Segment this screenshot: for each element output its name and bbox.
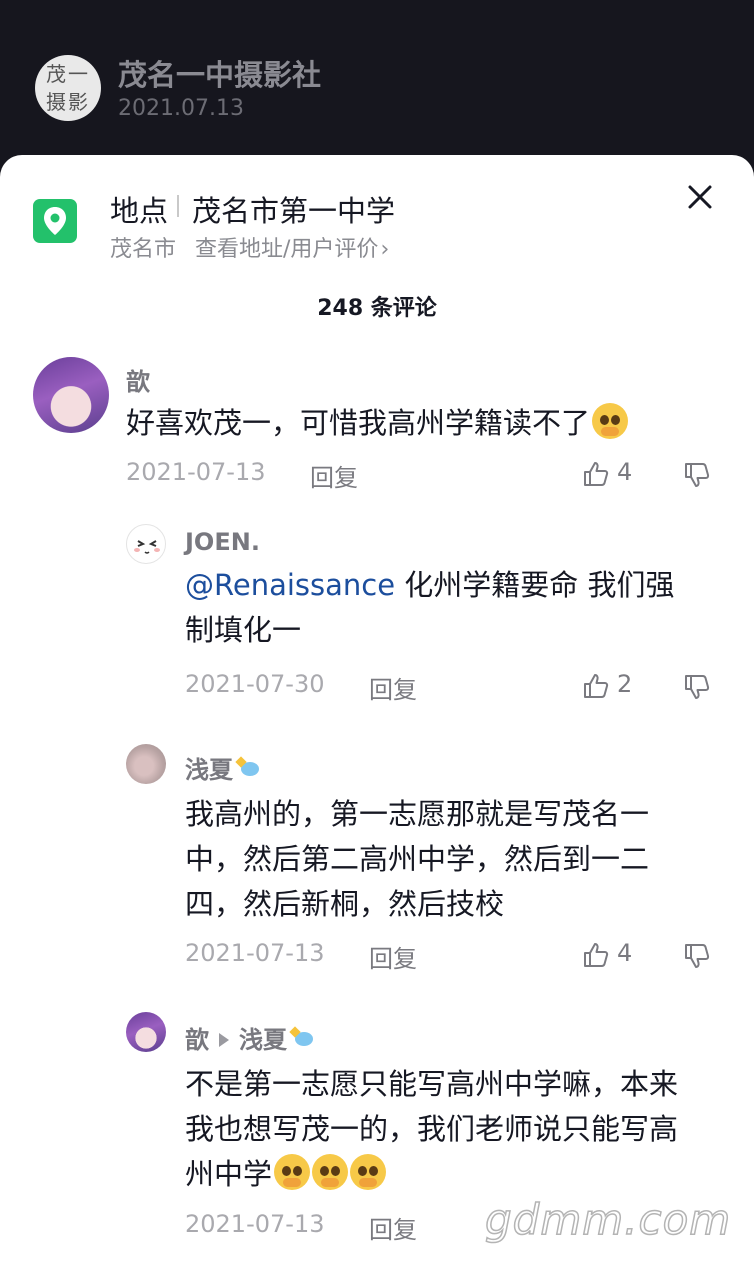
like-count: 4 bbox=[617, 939, 633, 967]
pleading-face-icon bbox=[592, 403, 629, 439]
location-divider bbox=[177, 195, 179, 217]
close-icon[interactable] bbox=[684, 181, 716, 213]
face-icon bbox=[134, 540, 160, 554]
reply-button[interactable]: 回复 bbox=[369, 939, 417, 974]
mention-link[interactable]: @Renaissance bbox=[185, 568, 395, 602]
comment-reply-item: JOEN. @Renaissance 化州学籍要命 我们强 制填化一 2021-… bbox=[0, 520, 754, 710]
comment-text: 不是第一志愿只能写高州中学嘛，本来 我也想写茂一的，我们老师说只能写高 州中学 bbox=[185, 1067, 679, 1191]
location-city: 茂名市 bbox=[110, 237, 177, 262]
pleading-face-icon bbox=[350, 1154, 387, 1190]
comment-reply-item: 浅夏 我高州的，第一志愿那就是写茂名一 中，然后第二高州中学，然后到一二 四，然… bbox=[0, 740, 754, 980]
comments-count-title: 248 条评论 bbox=[317, 296, 437, 321]
reply-to-username[interactable]: 浅夏 bbox=[239, 1026, 287, 1054]
comment-text-body: 好喜欢茂一，可惜我高州学籍读不了 bbox=[126, 406, 591, 440]
comment-item: 歆 好喜欢茂一，可惜我高州学籍读不了 2021-07-13 回复 4 bbox=[0, 350, 754, 500]
comment-date: 2021-07-30 bbox=[185, 670, 325, 698]
club-name[interactable]: 茂名一中摄影社 bbox=[118, 52, 321, 94]
comment-username[interactable]: 歆 bbox=[126, 362, 150, 397]
location-name[interactable]: 茂名市第一中学 bbox=[192, 188, 395, 230]
reply-arrow-icon bbox=[219, 1033, 229, 1047]
comment-text: 好喜欢茂一，可惜我高州学籍读不了 bbox=[126, 401, 629, 446]
pleading-face-icon bbox=[312, 1154, 349, 1190]
club-avatar-text-line2: 摄影 bbox=[46, 90, 90, 114]
reply-button[interactable]: 回复 bbox=[369, 670, 417, 705]
avatar[interactable] bbox=[126, 524, 166, 564]
sparkle-icon bbox=[237, 758, 263, 780]
comment-username[interactable]: 歆浅夏 bbox=[185, 1020, 317, 1055]
thumbs-down-icon[interactable] bbox=[683, 673, 711, 701]
comment-date: 2021-07-13 bbox=[126, 458, 266, 486]
location-label: 地点 bbox=[110, 194, 169, 228]
avatar[interactable] bbox=[33, 357, 109, 433]
comments-sheet: 地点 茂名市第一中学 茂名市 查看地址/用户评价› 248 条评论 歆 好喜欢茂… bbox=[0, 155, 754, 1280]
reply-button[interactable]: 回复 bbox=[369, 1210, 417, 1245]
like-count: 4 bbox=[617, 458, 633, 486]
map-pin-icon bbox=[33, 199, 77, 243]
like-count: 2 bbox=[617, 670, 633, 698]
comment-text: @Renaissance 化州学籍要命 我们强 制填化一 bbox=[185, 568, 675, 647]
comment-text: 我高州的，第一志愿那就是写茂名一 中，然后第二高州中学，然后到一二 四，然后新桐… bbox=[185, 797, 650, 921]
location-link[interactable]: 查看地址/用户评价 bbox=[195, 237, 378, 262]
comment-username[interactable]: 浅夏 bbox=[185, 750, 263, 785]
comment-date: 2021-07-13 bbox=[185, 1210, 325, 1238]
pleading-face-icon bbox=[274, 1154, 311, 1190]
watermark: gdmm.com bbox=[484, 1194, 732, 1245]
post-date: 2021.07.13 bbox=[118, 96, 244, 121]
location-subline[interactable]: 茂名市 查看地址/用户评价› bbox=[110, 231, 389, 263]
club-avatar-text-line1: 茂一 bbox=[46, 62, 90, 86]
avatar[interactable] bbox=[126, 1012, 166, 1052]
club-avatar[interactable]: 茂一 摄影 bbox=[35, 55, 101, 121]
chevron-right-icon: › bbox=[380, 237, 390, 262]
thumbs-up-icon[interactable] bbox=[582, 941, 610, 969]
avatar[interactable] bbox=[126, 744, 166, 784]
comment-date: 2021-07-13 bbox=[185, 939, 325, 967]
thumbs-down-icon[interactable] bbox=[683, 461, 711, 489]
thumbs-up-icon[interactable] bbox=[582, 460, 610, 488]
comment-username[interactable]: JOEN. bbox=[185, 528, 260, 556]
reply-button[interactable]: 回复 bbox=[310, 458, 358, 493]
post-header: 茂一 摄影 茂名一中摄影社 2021.07.13 bbox=[0, 0, 754, 160]
thumbs-down-icon[interactable] bbox=[683, 942, 711, 970]
sparkle-icon bbox=[291, 1028, 317, 1050]
thumbs-up-icon[interactable] bbox=[582, 672, 610, 700]
